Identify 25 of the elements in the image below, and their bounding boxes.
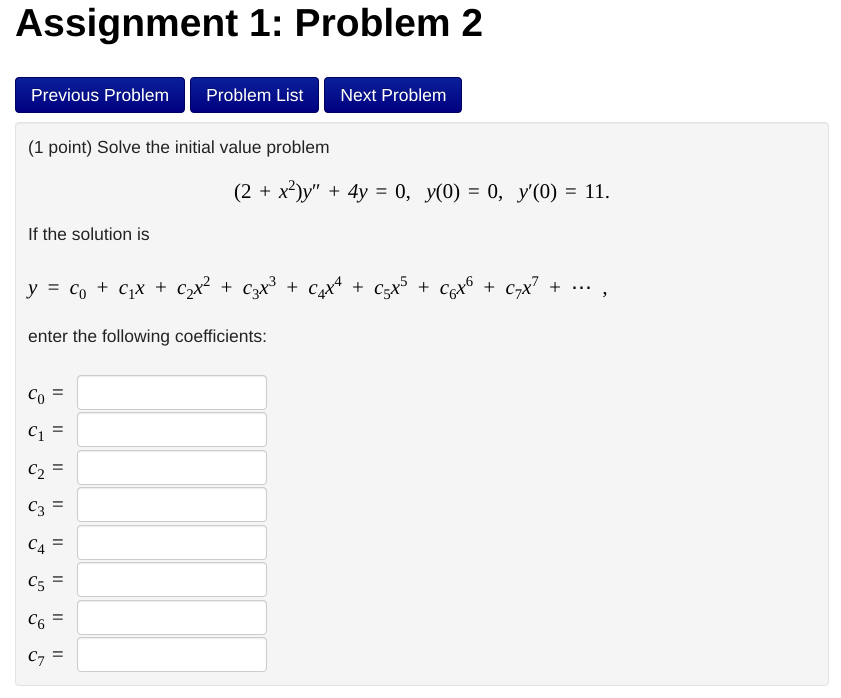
- answer-field[interactable]: [77, 600, 267, 635]
- problem-statement: (1 point) Solve the initial value problem: [28, 137, 330, 157]
- coefficient-label: c$_{6}$ =: [28, 604, 64, 630]
- coefficient-label: c$_{0}$ =: [28, 380, 64, 405]
- coefficient-label: c$_{4}$ =: [28, 530, 64, 555]
- solution-intro-text: If the solution is: [28, 224, 150, 244]
- coefficient-label: c$_{2}$ =: [28, 454, 64, 480]
- coefficient-label: c$_{3}$ =: [28, 492, 64, 518]
- problem-list-button[interactable]: Problem List: [190, 77, 320, 113]
- coefficient-label: c$_{5}$ =: [28, 567, 64, 592]
- answer-field[interactable]: [77, 412, 267, 448]
- page-title: Assignment 1: Problem 2: [15, 3, 484, 45]
- previous-problem-button[interactable]: Previous Problem: [15, 77, 186, 113]
- differential-equation: (2 + x$^{2}$)y″ + 4y = 0, y(0) = 0, y′(0) = 11.: [234, 177, 610, 205]
- next-problem-button[interactable]: Next Problem: [324, 77, 462, 113]
- series-formula: y = c$_{0}$ + c$_{1}$x + c$_{2}$x$^{2}$ + c$_{3}$x$^{3}$ + c$_{4}$x$^{4}$ + c$_{5}$x$^{5}$ + c$_{6}$x$^{6}$ + c$_{7}$x$^{7}$ + ⋯ ,: [28, 273, 608, 302]
- answer-field[interactable]: [77, 450, 267, 485]
- coefficient-label: c$_{7}$ =: [28, 642, 64, 667]
- answer-field[interactable]: [77, 636, 267, 672]
- answer-field[interactable]: [77, 375, 267, 410]
- answer-field[interactable]: [77, 562, 267, 598]
- instruction-text: enter the following coefficients:: [28, 326, 267, 346]
- coefficient-label: c$_{1}$ =: [28, 417, 64, 442]
- answer-field[interactable]: [77, 487, 267, 522]
- answer-field[interactable]: [77, 524, 267, 560]
